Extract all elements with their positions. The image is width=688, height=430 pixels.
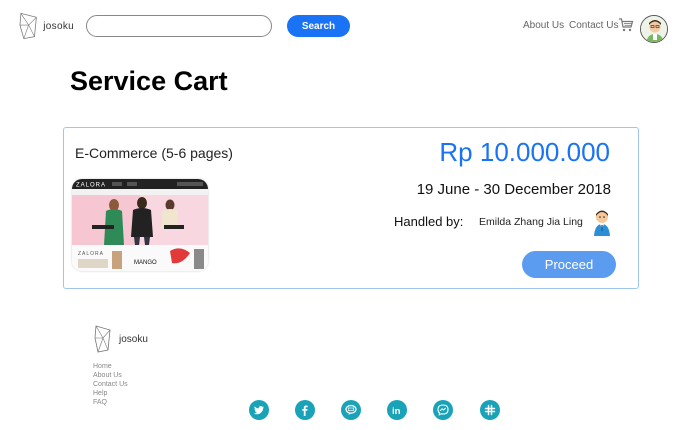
- handled-by-label: Handled by:: [394, 214, 464, 229]
- cart-icon[interactable]: [618, 17, 634, 33]
- line-icon[interactable]: [341, 400, 361, 420]
- service-price: Rp 10.000.000: [439, 137, 610, 167]
- service-thumbnail: ZALORA ZALORA MANGO: [72, 179, 208, 271]
- zalora-screenshot-image: ZALORA ZALORA MANGO: [72, 179, 208, 271]
- footer-link-help[interactable]: Help: [93, 389, 128, 398]
- footer-links: Home About Us Contact Us Help FAQ: [93, 362, 128, 407]
- thumb-banner-brand-text: ZALORA: [78, 251, 104, 257]
- thumb-brand-text: ZALORA: [76, 183, 106, 189]
- footer-logo-mark-icon: [94, 325, 111, 353]
- svg-text:in: in: [392, 406, 401, 416]
- service-name: E-Commerce (5-6 pages): [75, 145, 233, 161]
- handler-name: Emilda Zhang Jia Ling: [479, 216, 583, 228]
- nav-contact-us[interactable]: Contact Us: [569, 20, 618, 31]
- footer-link-about[interactable]: About Us: [93, 371, 128, 380]
- search-button[interactable]: Search: [287, 15, 350, 37]
- twitter-icon[interactable]: [249, 400, 269, 420]
- logo[interactable]: josoku: [18, 10, 74, 42]
- user-avatar[interactable]: [640, 15, 668, 43]
- footer-logo[interactable]: josoku: [93, 324, 148, 354]
- thumb-partner-text: MANGO: [134, 260, 157, 266]
- logo-text: josoku: [43, 20, 74, 32]
- facebook-icon[interactable]: [295, 400, 315, 420]
- footer-link-contact[interactable]: Contact Us: [93, 380, 128, 389]
- slack-icon[interactable]: [480, 400, 500, 420]
- footer-logo-text: josoku: [119, 333, 148, 345]
- messenger-icon[interactable]: [433, 400, 453, 420]
- cart-item-card: E-Commerce (5-6 pages) Rp 10.000.000 19 …: [63, 127, 639, 289]
- nav-about-us[interactable]: About Us: [523, 20, 564, 31]
- service-dates: 19 June - 30 December 2018: [416, 181, 611, 198]
- footer-link-faq[interactable]: FAQ: [93, 398, 128, 407]
- logo-mark-icon: [19, 12, 37, 40]
- search-input[interactable]: [86, 15, 272, 37]
- linkedin-icon[interactable]: in: [387, 400, 407, 420]
- page-title: Service Cart: [70, 66, 228, 96]
- user-avatar-icon: [641, 16, 667, 42]
- proceed-button[interactable]: Proceed: [522, 251, 616, 278]
- handler-avatar-icon: [594, 210, 610, 236]
- footer-link-home[interactable]: Home: [93, 362, 128, 371]
